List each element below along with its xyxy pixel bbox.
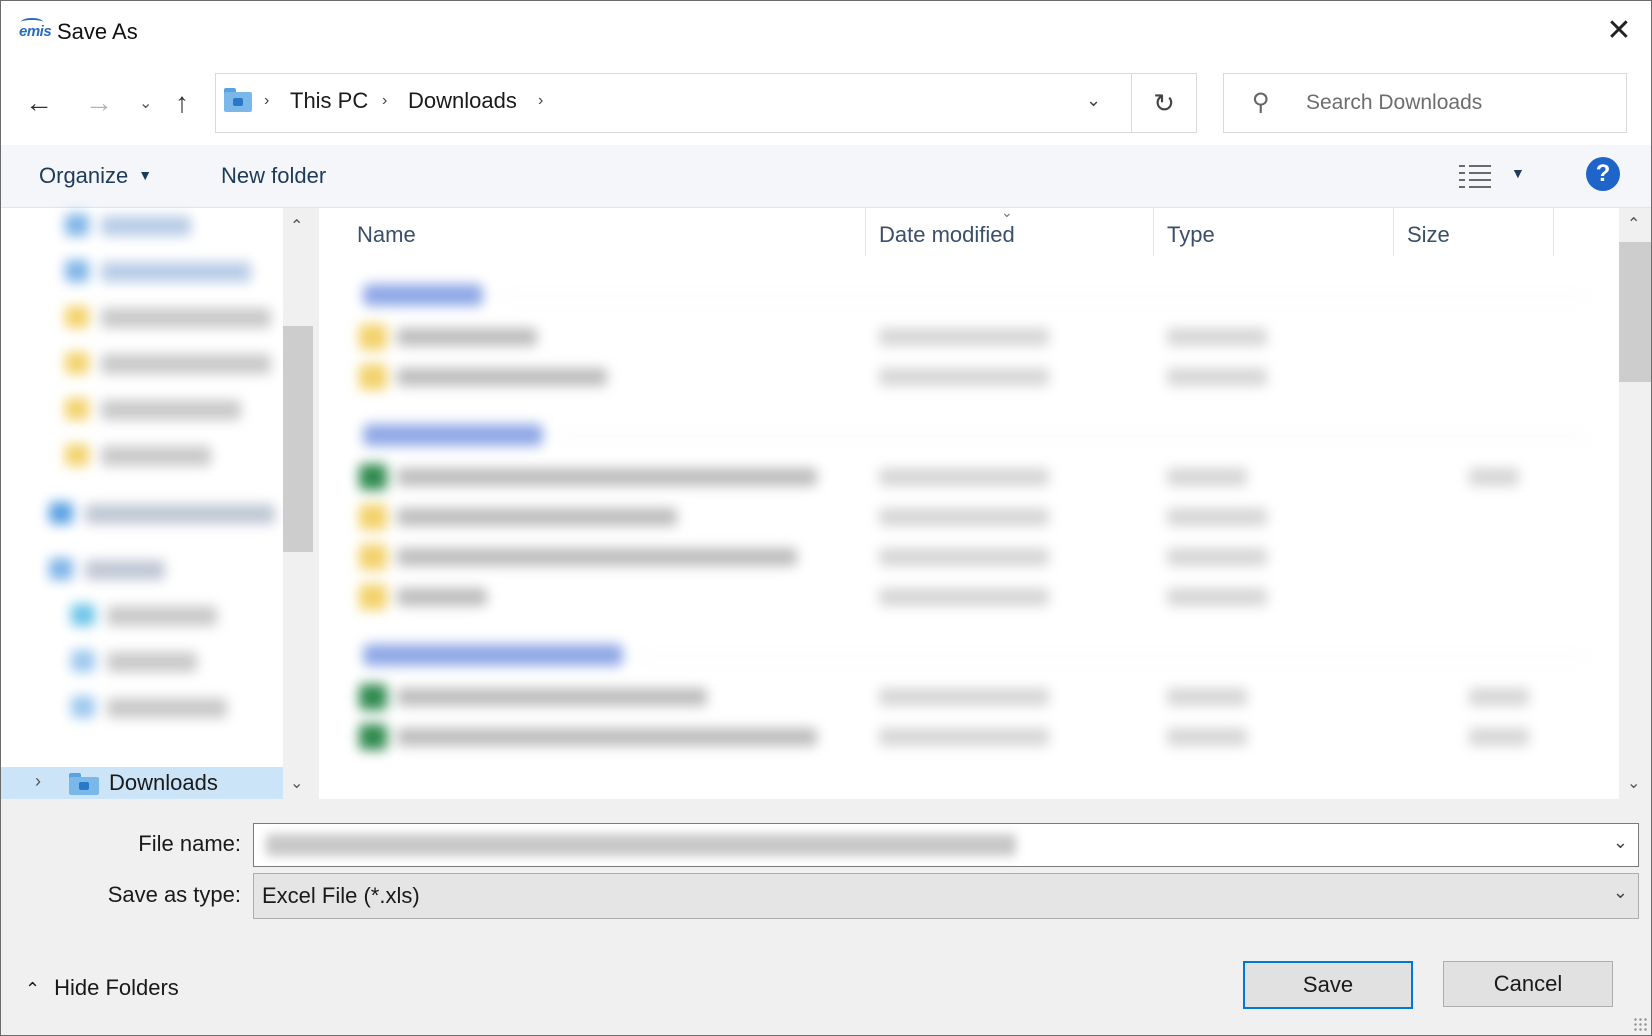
- forward-button[interactable]: →: [85, 87, 113, 119]
- scroll-down-icon[interactable]: ⌄: [290, 773, 303, 793]
- navigation-pane: › Downloads ⌃ ⌄: [1, 208, 313, 799]
- search-placeholder: Search Downloads: [1306, 91, 1483, 114]
- organize-label: Organize: [39, 163, 129, 188]
- organize-button[interactable]: Organize ▼: [39, 163, 152, 189]
- column-header-type[interactable]: Type: [1167, 222, 1215, 248]
- breadcrumb-this-pc[interactable]: This PC: [290, 88, 368, 114]
- file-list-scrollbar[interactable]: ⌃ ⌄: [1619, 208, 1651, 799]
- sort-indicator-icon: ⌄: [1001, 204, 1013, 220]
- scroll-up-icon[interactable]: ⌃: [290, 216, 303, 236]
- scroll-up-icon[interactable]: ⌃: [1627, 214, 1640, 234]
- save-as-dialog: emis Save As ✕ ← → ⌄ ↑ › This PC › Downl…: [0, 0, 1652, 1036]
- chevron-up-icon: ⌃: [25, 979, 41, 999]
- chevron-down-icon[interactable]: ⌄: [1613, 882, 1628, 903]
- breadcrumb-downloads[interactable]: Downloads: [408, 88, 517, 114]
- file-name-label: File name:: [138, 831, 241, 856]
- caret-down-icon: ▼: [138, 167, 153, 183]
- details-view-icon[interactable]: [1459, 163, 1493, 189]
- cancel-button[interactable]: Cancel: [1443, 961, 1613, 1007]
- close-button[interactable]: ✕: [1587, 1, 1651, 61]
- navigation-bar: ← → ⌄ ↑ › This PC › Downloads › ⌄ ↻ ⚲ Se…: [1, 65, 1651, 145]
- scrollbar-thumb[interactable]: [1619, 242, 1651, 382]
- help-icon[interactable]: ?: [1586, 157, 1620, 191]
- search-icon: ⚲: [1252, 89, 1270, 116]
- chevron-right-icon[interactable]: ›: [35, 771, 41, 792]
- hide-folders-label: Hide Folders: [54, 975, 179, 1000]
- back-button[interactable]: ←: [25, 87, 53, 119]
- scroll-down-icon[interactable]: ⌄: [1627, 773, 1640, 793]
- scrollbar-thumb[interactable]: [283, 326, 313, 552]
- breadcrumb-separator[interactable]: ›: [538, 92, 543, 110]
- chevron-down-icon: ⌄: [139, 95, 153, 112]
- sidebar-item-downloads[interactable]: › Downloads: [1, 767, 283, 799]
- search-input[interactable]: ⚲ Search Downloads: [1223, 73, 1627, 133]
- blurred-file-rows: [319, 258, 1609, 798]
- sidebar-item-label: Downloads: [109, 770, 218, 795]
- command-toolbar: Organize ▼ New folder ▼ ?: [1, 145, 1651, 208]
- arrow-up-icon: ↑: [175, 87, 189, 118]
- downloads-folder-icon: [224, 88, 252, 112]
- hide-folders-button[interactable]: ⌃ Hide Folders: [25, 975, 179, 1001]
- breadcrumb-separator[interactable]: ›: [264, 92, 269, 110]
- up-button[interactable]: ↑: [175, 87, 189, 119]
- breadcrumb-separator[interactable]: ›: [382, 92, 387, 110]
- file-name-input[interactable]: ⌄: [253, 823, 1639, 867]
- app-logo: emis: [19, 18, 52, 40]
- downloads-folder-icon: [69, 773, 99, 795]
- arrow-right-icon: →: [85, 87, 113, 118]
- arrow-left-icon: ←: [25, 87, 53, 118]
- view-options-button[interactable]: ▼: [1511, 165, 1525, 181]
- save-button[interactable]: Save: [1243, 961, 1413, 1009]
- save-as-type-select[interactable]: Excel File (*.xls) ⌄: [253, 873, 1639, 919]
- address-bar[interactable]: › This PC › Downloads › ⌄ ↻: [215, 73, 1197, 133]
- address-dropdown-button[interactable]: ⌄: [1086, 90, 1101, 111]
- refresh-button[interactable]: ↻: [1131, 74, 1196, 132]
- resize-grip[interactable]: [1633, 1017, 1647, 1031]
- title-bar: emis Save As ✕: [1, 1, 1651, 65]
- new-folder-button[interactable]: New folder: [221, 163, 326, 189]
- column-header-date-modified[interactable]: Date modified: [879, 222, 1015, 248]
- window-title: Save As: [57, 19, 138, 44]
- save-as-type-label: Save as type:: [107, 882, 241, 907]
- file-list: ⌄ Name Date modified Type Size: [319, 204, 1619, 799]
- recent-locations-button[interactable]: ⌄: [139, 93, 152, 113]
- chevron-down-icon[interactable]: ⌄: [1613, 832, 1628, 853]
- close-icon: ✕: [1606, 14, 1632, 47]
- column-header-name[interactable]: Name: [357, 222, 416, 248]
- navigation-pane-scrollbar[interactable]: ⌃ ⌄: [283, 208, 313, 799]
- save-as-type-value: Excel File (*.xls): [262, 883, 420, 908]
- blurred-nav-items: [15, 208, 285, 768]
- blurred-file-name: [266, 834, 1016, 856]
- column-header-size[interactable]: Size: [1407, 222, 1450, 248]
- refresh-icon: ↻: [1153, 88, 1175, 118]
